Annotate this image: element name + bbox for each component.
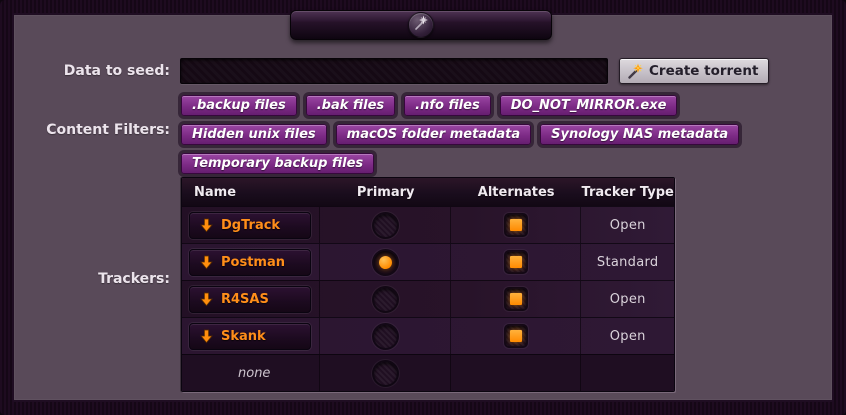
tracker-type-cell: Open bbox=[581, 207, 674, 243]
alternates-checkbox[interactable] bbox=[506, 289, 526, 309]
primary-cell bbox=[320, 207, 450, 243]
tracker-button[interactable]: DgTrack bbox=[189, 212, 311, 239]
download-icon bbox=[199, 255, 214, 270]
alternates-checkbox[interactable] bbox=[506, 252, 526, 272]
alternates-cell bbox=[451, 355, 581, 391]
tracker-button[interactable]: R4SAS bbox=[189, 286, 311, 313]
app-window: Data to seed: Create torrent Content Fil… bbox=[0, 0, 846, 415]
tracker-name: Postman bbox=[221, 255, 285, 270]
tracker-name-cell: DgTrack bbox=[182, 207, 320, 243]
magic-wand-orb-button[interactable] bbox=[408, 12, 434, 38]
tracker-button[interactable]: Skank bbox=[189, 323, 311, 350]
content-filter-chips: .backup files .bak files .nfo files DO_NOT_… bbox=[181, 95, 791, 174]
tracker-type-cell bbox=[581, 355, 674, 391]
create-torrent-button[interactable]: Create torrent bbox=[619, 58, 769, 84]
download-icon bbox=[199, 329, 214, 344]
header-bar[interactable] bbox=[290, 10, 552, 40]
filter-chip[interactable]: .backup files bbox=[181, 95, 297, 116]
primary-cell bbox=[320, 318, 450, 354]
alternates-cell bbox=[451, 281, 581, 317]
primary-radio[interactable] bbox=[374, 362, 397, 385]
tracker-type-cell: Open bbox=[581, 281, 674, 317]
tracker-type-value: Open bbox=[610, 292, 646, 307]
data-to-seed-label: Data to seed: bbox=[20, 63, 170, 79]
tracker-type-cell: Open bbox=[581, 318, 674, 354]
filter-chip[interactable]: .nfo files bbox=[404, 95, 491, 116]
primary-cell bbox=[320, 281, 450, 317]
column-header-tracker-type: Tracker Type bbox=[581, 178, 674, 206]
tracker-name-cell: Skank bbox=[182, 318, 320, 354]
tracker-name-none: none bbox=[189, 366, 319, 381]
tracker-row: Postman Standard bbox=[182, 243, 674, 280]
tracker-name: Skank bbox=[221, 329, 266, 344]
primary-cell bbox=[320, 244, 450, 280]
alternates-cell bbox=[451, 318, 581, 354]
alternates-checkbox[interactable] bbox=[506, 215, 526, 235]
tracker-type-cell: Standard bbox=[581, 244, 674, 280]
column-header-alternates: Alternates bbox=[451, 178, 581, 206]
column-header-name: Name bbox=[182, 178, 320, 206]
filter-chip[interactable]: Hidden unix files bbox=[181, 124, 327, 145]
download-icon bbox=[199, 218, 214, 233]
magic-wand-icon bbox=[412, 14, 430, 36]
tracker-row: DgTrack Open bbox=[182, 206, 674, 243]
tracker-type-value: Open bbox=[610, 218, 646, 233]
primary-cell bbox=[320, 355, 450, 391]
tracker-row: Skank Open bbox=[182, 317, 674, 354]
data-to-seed-input[interactable] bbox=[180, 58, 608, 84]
alternates-cell bbox=[451, 207, 581, 243]
magic-wand-icon bbox=[627, 63, 644, 80]
trackers-table-body: DgTrack Open Postman Standard R4SAS Open Sk… bbox=[182, 206, 674, 391]
tracker-name-cell: Postman bbox=[182, 244, 320, 280]
trackers-table: Name Primary Alternates Tracker Type DgT… bbox=[181, 177, 675, 392]
trackers-table-header: Name Primary Alternates Tracker Type bbox=[182, 178, 674, 206]
trackers-label: Trackers: bbox=[20, 271, 170, 287]
filter-chip[interactable]: .bak files bbox=[306, 95, 395, 116]
primary-radio[interactable] bbox=[374, 214, 397, 237]
content-filters-label: Content Filters: bbox=[20, 122, 170, 138]
create-torrent-button-label: Create torrent bbox=[649, 63, 758, 79]
tracker-row: R4SAS Open bbox=[182, 280, 674, 317]
tracker-name: R4SAS bbox=[221, 292, 269, 307]
filter-chip[interactable]: Synology NAS metadata bbox=[540, 124, 739, 145]
primary-radio[interactable] bbox=[374, 251, 397, 274]
primary-radio[interactable] bbox=[374, 325, 397, 348]
tracker-name-cell: R4SAS bbox=[182, 281, 320, 317]
tracker-type-value: Standard bbox=[597, 255, 659, 270]
tracker-button[interactable]: Postman bbox=[189, 249, 311, 276]
tracker-row: none bbox=[182, 354, 674, 391]
filter-chip[interactable]: Temporary backup files bbox=[181, 153, 374, 174]
tracker-name: DgTrack bbox=[221, 218, 280, 233]
primary-radio[interactable] bbox=[374, 288, 397, 311]
alternates-checkbox[interactable] bbox=[506, 326, 526, 346]
column-header-primary: Primary bbox=[320, 178, 450, 206]
filter-chip[interactable]: macOS folder metadata bbox=[336, 124, 531, 145]
tracker-name-cell: none bbox=[182, 355, 320, 391]
download-icon bbox=[199, 292, 214, 307]
tracker-type-value: Open bbox=[610, 329, 646, 344]
alternates-cell bbox=[451, 244, 581, 280]
filter-chip[interactable]: DO_NOT_MIRROR.exe bbox=[500, 95, 678, 116]
